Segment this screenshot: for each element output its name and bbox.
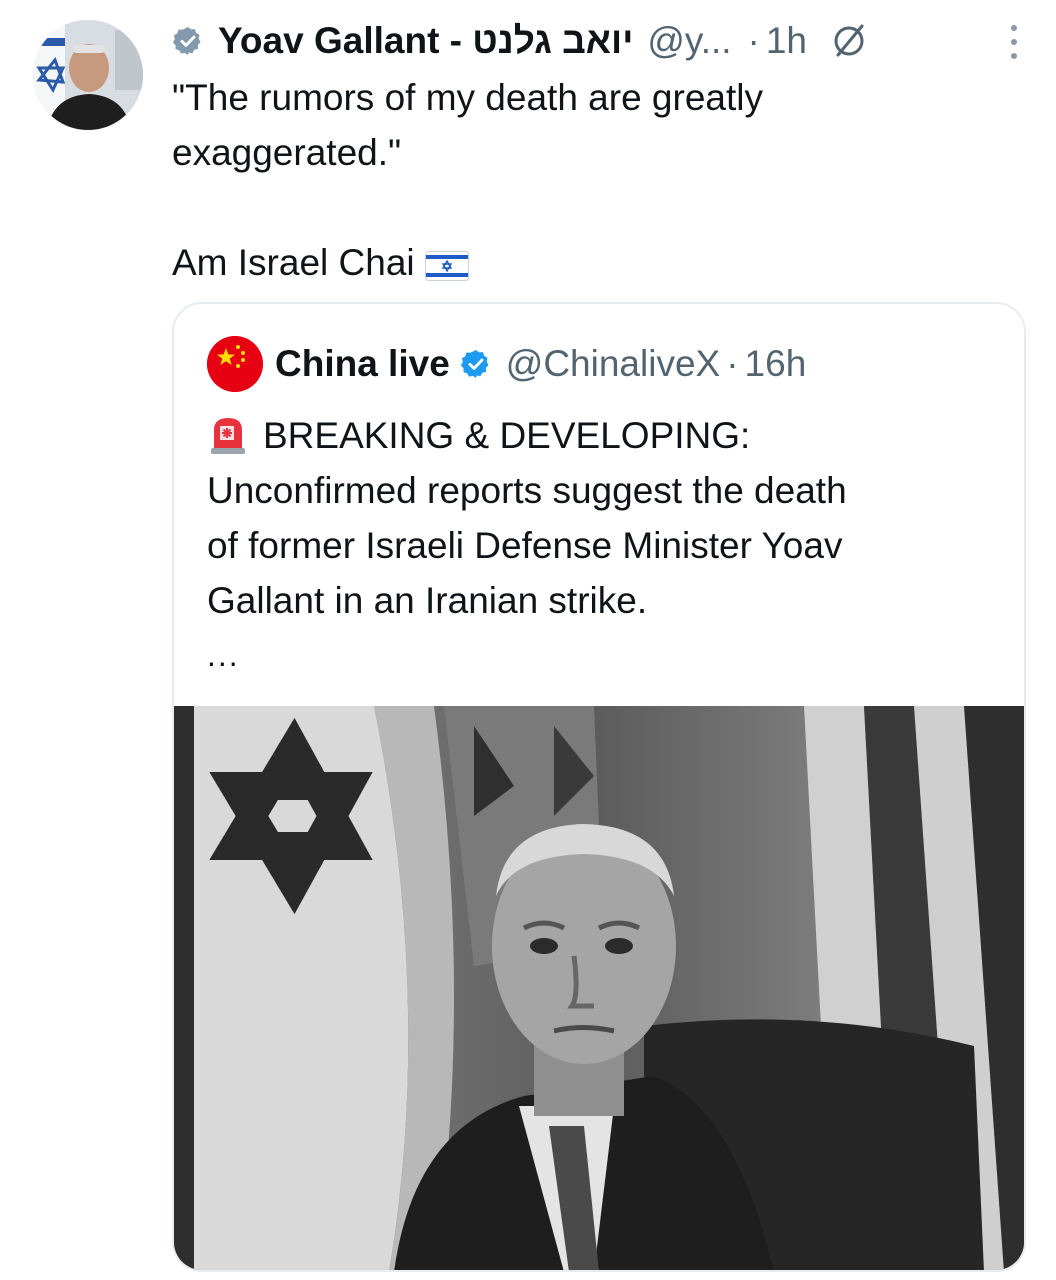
quoted-author-display-name[interactable]: China live <box>275 343 450 385</box>
quoted-author-handle[interactable]: @ChinaliveX <box>506 343 720 385</box>
quoted-text-line: Gallant in an Iranian strike. <box>207 580 648 621</box>
quoted-author-avatar[interactable] <box>207 336 263 392</box>
tweet-text-line: exaggerated." <box>172 132 402 173</box>
quoted-tweet-card[interactable]: China live @ChinaliveX · 16h BREAKING & … <box>172 302 1026 1272</box>
quoted-text-line: Unconfirmed reports suggest the death <box>207 470 847 511</box>
verified-badge-icon[interactable] <box>460 348 492 380</box>
author-avatar-image <box>33 20 143 130</box>
verified-government-badge-icon[interactable] <box>172 25 204 57</box>
tweet-text-spacer <box>172 180 1002 235</box>
quoted-headline: BREAKING & DEVELOPING: <box>263 415 751 456</box>
author-avatar[interactable] <box>33 20 143 130</box>
quoted-tweet-text: BREAKING & DEVELOPING: Unconfirmed repor… <box>207 408 997 683</box>
header-separator: · <box>747 20 760 61</box>
grok-icon[interactable] <box>829 21 869 61</box>
quoted-tweet-header: China live @ChinaliveX · 16h <box>207 334 806 394</box>
quoted-tweet-photo[interactable] <box>174 706 1024 1272</box>
tweet-text: "The rumors of my death are greatly exag… <box>172 70 1002 290</box>
quoted-text-line: of former Israeli Defense Minister Yoav <box>207 525 843 566</box>
tweet-text-line: Am Israel Chai <box>172 235 1002 290</box>
more-options-icon[interactable] <box>1008 22 1020 62</box>
tweet-timestamp[interactable]: 1h <box>766 20 807 62</box>
author-display-name[interactable]: Yoav Gallant - יואב גלנט <box>218 20 633 62</box>
quoted-tweet-timestamp[interactable]: 16h <box>745 343 807 385</box>
author-handle[interactable]: @y... <box>647 20 731 62</box>
police-siren-emoji-icon <box>211 418 245 454</box>
quoted-header-separator: · <box>726 343 739 384</box>
israel-flag-emoji-icon <box>424 251 469 281</box>
quoted-text-line: BREAKING & DEVELOPING: <box>207 408 997 463</box>
tweet-text-am-israel-chai: Am Israel Chai <box>172 242 415 283</box>
show-more-ellipsis[interactable]: ... <box>207 628 997 683</box>
tweet-text-line: "The rumors of my death are greatly <box>172 77 763 118</box>
tweet-header: Yoav Gallant - יואב גלנט @y... · 1h <box>172 16 1016 66</box>
